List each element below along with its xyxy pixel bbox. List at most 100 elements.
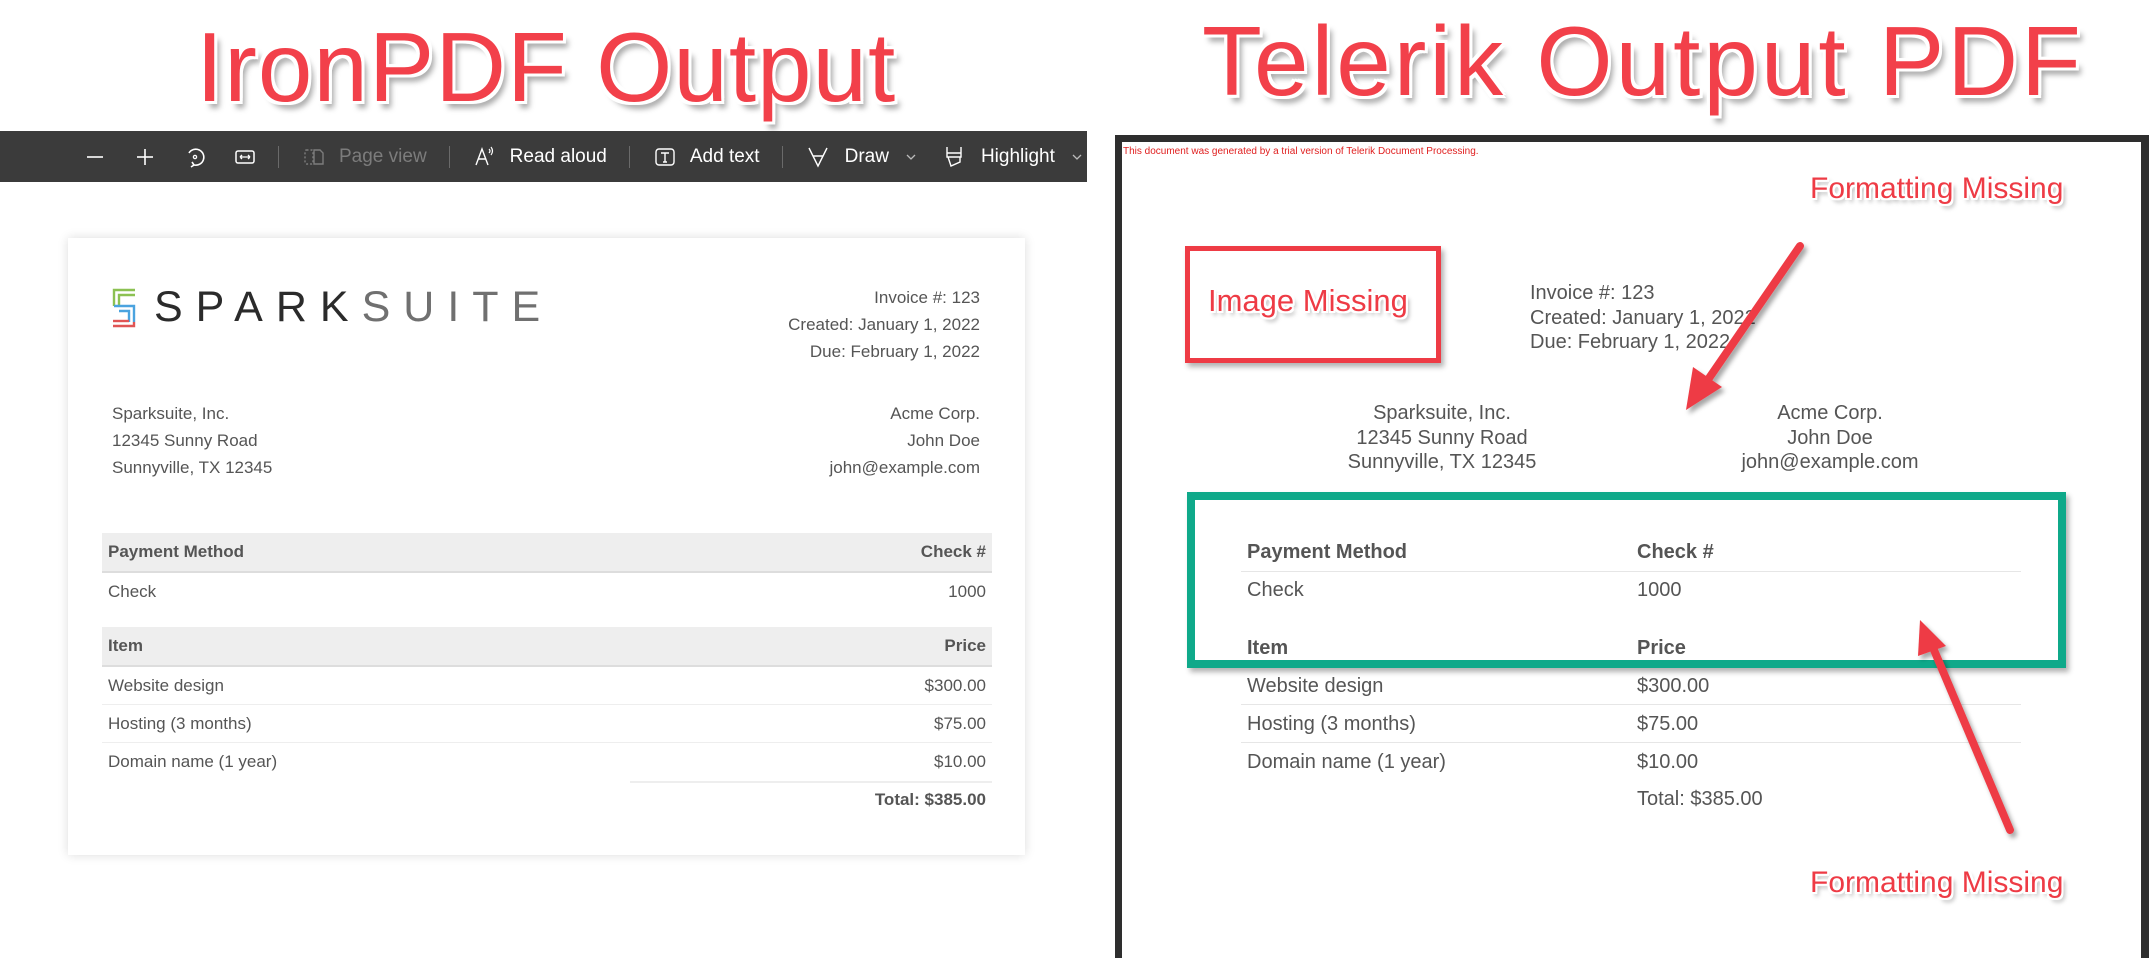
ironpdf-invoice-page: SPARKSUITE Invoice #: 123 Created: Janua…: [68, 238, 1025, 855]
telerik-row-divider: [1241, 704, 2021, 705]
plus-icon: [132, 144, 158, 170]
telerik-item-price: $10.00: [1637, 751, 1699, 773]
toolbar-divider: [278, 145, 279, 168]
from-street: 12345 Sunny Road: [1356, 426, 1528, 449]
item-name: Website design: [108, 675, 224, 695]
add-text-button[interactable]: Add text: [652, 131, 760, 182]
invoice-created: Created: January 1, 2022: [1530, 306, 1756, 329]
invoice-due: Due: February 1, 2022: [1530, 331, 1731, 353]
add-text-icon: [652, 144, 678, 170]
items-table: Item Price Website design $300.00 Hostin…: [102, 627, 992, 819]
from-city: Sunnyville, TX 12345: [1347, 451, 1537, 473]
telerik-item-price: $75.00: [1637, 713, 1699, 735]
telerik-payment-method-value: Check: [1247, 579, 1304, 601]
item-name: Hosting (3 months): [108, 713, 252, 733]
pdf-viewer-toolbar: Page view Read aloud Add text Draw Highl…: [0, 131, 1087, 182]
trial-notice: This document was generated by a trial v…: [1123, 146, 1479, 157]
invoice-meta: Invoice #: 123 Created: January 1, 2022 …: [788, 284, 980, 365]
payment-method-header: Payment Method: [108, 542, 245, 561]
total-row: Total: $385.00: [102, 781, 992, 819]
toolbar-divider: [628, 145, 630, 168]
zoom-in-button[interactable]: [132, 131, 158, 182]
chevron-down-icon[interactable]: [1069, 149, 1085, 165]
table-formatting-highlight-box: [1187, 492, 2066, 668]
zoom-out-button[interactable]: [82, 131, 108, 182]
payment-table: Payment Method Check # Check 1000: [102, 533, 992, 611]
page-view-label: Page view: [339, 145, 427, 167]
from-address: Sparksuite, Inc. 12345 Sunny Road Sunnyv…: [112, 400, 272, 481]
telerik-invoice-meta: Invoice #: 123 Created: January 1, 2022 …: [1530, 281, 1756, 355]
telerik-item-name: Website design: [1247, 675, 1384, 697]
item-price: $75.00: [934, 713, 986, 733]
invoice-created: Created: January 1, 2022: [788, 315, 980, 334]
add-text-label: Add text: [689, 145, 760, 167]
telerik-payment-method-header: Payment Method: [1247, 541, 1408, 563]
check-number-value: 1000: [948, 582, 986, 601]
logo-suite-text: SUITE: [361, 283, 554, 331]
telerik-to-address: Acme Corp. John Doe john@example.com: [1730, 401, 1930, 475]
table-row: Website design $300.00: [102, 667, 992, 705]
draw-button[interactable]: Draw: [805, 131, 919, 182]
fit-width-button[interactable]: [232, 131, 258, 182]
to-name: John Doe: [1787, 426, 1873, 449]
ironpdf-output-title: IronPDF Output: [196, 12, 897, 122]
read-aloud-label: Read aloud: [509, 145, 607, 167]
from-company: Sparksuite, Inc.: [112, 404, 230, 423]
from-company: Sparksuite, Inc.: [1373, 402, 1511, 424]
to-address: Acme Corp. John Doe john@example.com: [830, 400, 981, 481]
sparksuite-logo-mark-icon: [112, 288, 136, 327]
telerik-item-name: Hosting (3 months): [1247, 713, 1416, 735]
highlight-button[interactable]: Highlight: [941, 131, 1085, 182]
check-number-header: Check #: [920, 542, 986, 561]
payment-header-row: Payment Method Check #: [102, 533, 992, 573]
telerik-item-name: Domain name (1 year): [1247, 751, 1446, 773]
to-company: Acme Corp.: [890, 404, 980, 423]
payment-method-value: Check: [108, 582, 157, 601]
formatting-missing-callout-bottom: Formatting Missing: [1810, 866, 2064, 899]
telerik-row-divider: [1241, 742, 2021, 743]
price-header: Price: [944, 636, 986, 655]
highlighter-icon: [941, 144, 967, 170]
to-email: john@example.com: [829, 458, 981, 477]
from-street: 12345 Sunny Road: [112, 431, 258, 450]
toolbar-divider: [781, 145, 783, 168]
payment-row: Check 1000: [102, 573, 992, 611]
telerik-item-price: $300.00: [1637, 675, 1710, 697]
draw-icon: [805, 144, 831, 170]
telerik-check-number-header: Check #: [1637, 541, 1714, 563]
telerik-header-divider: [1241, 571, 2021, 572]
draw-label: Draw: [844, 145, 889, 167]
telerik-check-number-value: 1000: [1637, 579, 1682, 601]
item-price: $300.00: [924, 675, 986, 695]
read-aloud-button[interactable]: Read aloud: [472, 131, 607, 182]
invoice-number: Invoice #: 123: [1530, 282, 1655, 304]
total-divider: [630, 781, 992, 783]
chevron-down-icon[interactable]: [903, 149, 919, 165]
item-header: Item: [108, 636, 143, 655]
table-row: Domain name (1 year) $10.00: [102, 743, 992, 781]
logo-spark-text: SPARK: [154, 283, 362, 331]
items-header-row: Item Price: [102, 627, 992, 667]
invoice-due: Due: February 1, 2022: [809, 342, 980, 361]
sparksuite-logo: SPARKSUITE: [112, 286, 553, 329]
image-missing-callout: Image Missing: [1208, 283, 1408, 318]
total-value: Total: $385.00: [874, 790, 986, 809]
invoice-number: Invoice #: 123: [874, 288, 980, 307]
telerik-output-title: Telerik Output PDF: [1202, 6, 2084, 116]
read-aloud-icon: [472, 144, 498, 170]
telerik-price-header: Price: [1637, 637, 1686, 659]
rotate-button[interactable]: [182, 131, 208, 182]
from-city: Sunnyville, TX 12345: [112, 458, 273, 477]
to-company: Acme Corp.: [1777, 402, 1883, 424]
telerik-from-address: Sparksuite, Inc. 12345 Sunny Road Sunnyv…: [1342, 401, 1542, 475]
to-name: John Doe: [907, 431, 980, 450]
rotate-icon: [182, 144, 208, 170]
item-price: $10.00: [934, 752, 986, 771]
telerik-total-value: Total: $385.00: [1637, 788, 1763, 810]
highlight-label: Highlight: [980, 145, 1055, 167]
page-view-button[interactable]: Page view: [301, 131, 427, 182]
table-row: Hosting (3 months) $75.00: [102, 705, 992, 743]
formatting-missing-callout-top: Formatting Missing: [1810, 172, 2064, 205]
item-name: Domain name (1 year): [108, 752, 278, 771]
toolbar-divider: [448, 145, 450, 168]
